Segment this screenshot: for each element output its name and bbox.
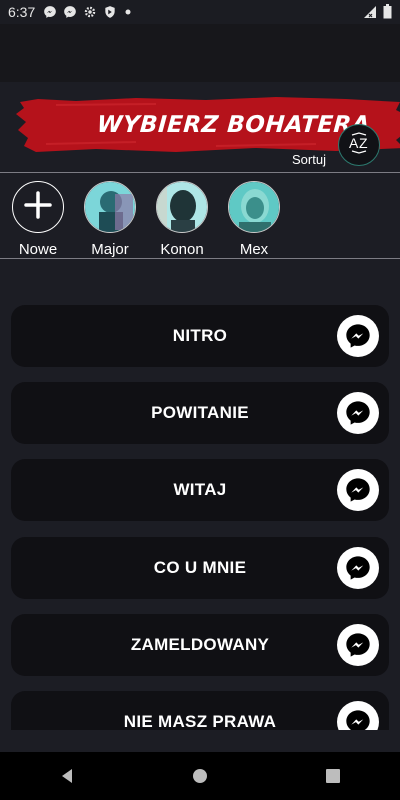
list-item[interactable]: POWITANIE [11,382,389,444]
item-label: CO U MNIE [153,558,247,577]
list-item[interactable]: ZAMELDOWANY [11,614,389,676]
hero-mex[interactable]: Mex [228,174,280,258]
status-time: 6:37 [8,4,36,20]
app-bar [0,24,400,82]
heroes-row: Nowe Major Konon Mex [0,174,400,258]
svg-text:A: A [349,135,359,151]
avatar[interactable] [156,181,208,233]
signal-icon [363,5,377,22]
hero-konon[interactable]: Konon [156,174,208,258]
item-label: NIE MASZ PRAWA [123,712,277,730]
sound-list: NITRO POWITANIE WITAJ CO U MNIE ZAMELDOW… [0,300,400,730]
messenger-icon[interactable] [337,315,379,357]
home-icon[interactable] [192,768,208,784]
hero-name: Mex [239,241,269,258]
messenger-icon[interactable] [337,624,379,666]
shield-icon [103,5,117,19]
plus-icon [23,190,53,225]
hero-new-button[interactable]: Nowe [12,174,64,258]
recents-icon[interactable] [325,768,341,784]
avatar[interactable] [228,181,280,233]
status-bar: 6:37 [0,0,400,24]
back-icon[interactable] [59,768,75,784]
divider-top [0,172,400,173]
item-label: NITRO [172,326,228,345]
list-item[interactable]: WITAJ [11,459,389,521]
dot-icon [123,7,133,17]
sort-az-icon: A Z [346,130,372,161]
page-title: WYBIERZ BOHATERA [96,112,371,138]
item-label: ZAMELDOWANY [130,635,270,654]
hero-name: Nowe [18,241,58,258]
list-item[interactable]: NIE MASZ PRAWA [11,691,389,730]
avatar[interactable] [84,181,136,233]
add-hero-circle[interactable] [12,181,64,233]
sort-label: Sortuj [292,152,326,167]
battery-icon [383,4,392,22]
hero-major[interactable]: Major [84,174,136,258]
header: WYBIERZ BOHATERA A Z Sortuj [0,82,400,172]
system-nav-bar [0,752,400,800]
svg-text:Z: Z [359,135,368,151]
sort-button[interactable]: A Z [338,124,380,166]
messenger-notification-icon-2 [63,5,77,19]
item-label: WITAJ [173,480,227,499]
hero-name: Major [91,241,129,258]
messenger-icon[interactable] [337,469,379,511]
messenger-icon[interactable] [337,392,379,434]
divider-bottom [0,258,400,259]
messenger-icon[interactable] [337,701,379,730]
item-label: POWITANIE [151,403,249,422]
list-item[interactable]: NITRO [11,305,389,367]
list-item[interactable]: CO U MNIE [11,537,389,599]
messenger-icon[interactable] [337,547,379,589]
settings-icon [83,5,97,19]
messenger-notification-icon [43,5,57,19]
hero-name: Konon [160,241,204,258]
